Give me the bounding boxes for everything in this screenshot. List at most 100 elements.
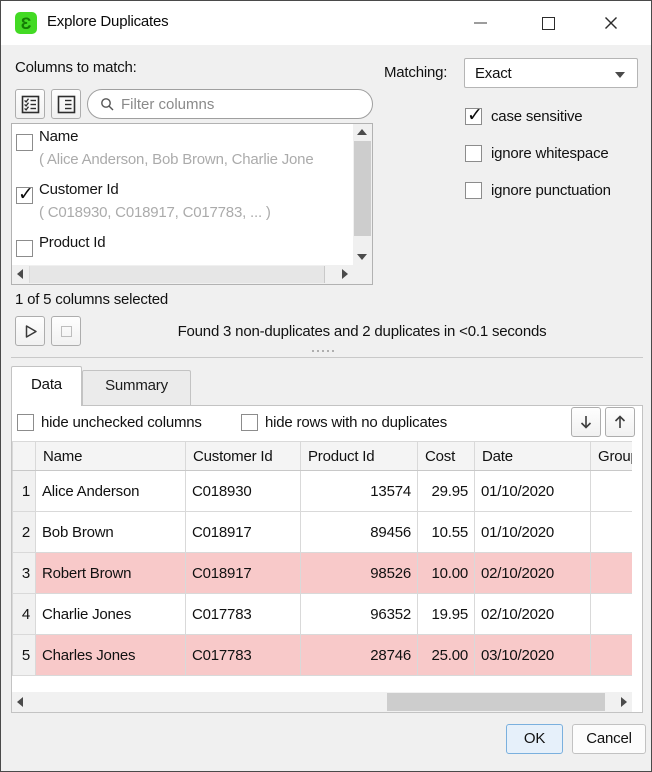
matching-dropdown[interactable]: Exact: [464, 58, 638, 88]
row-number: 5: [13, 635, 36, 676]
row-number: 3: [13, 553, 36, 594]
hide-rows-no-duplicates-label[interactable]: hide rows with no duplicates: [265, 414, 447, 431]
cell-date: 01/10/2020: [475, 512, 591, 553]
header-cost[interactable]: Cost: [418, 442, 475, 471]
tab-summary[interactable]: Summary: [82, 370, 191, 405]
cell-customer-id: C018930: [186, 471, 301, 512]
columns-list-vertical-scrollbar[interactable]: [353, 124, 372, 265]
table-header-row: Name Customer Id Product Id Cost Date Gr…: [13, 442, 633, 471]
results-table: Name Customer Id Product Id Cost Date Gr…: [12, 441, 632, 676]
maximize-button[interactable]: [526, 1, 570, 45]
check-all-icon: [21, 95, 40, 114]
window-title: Explore Duplicates: [47, 13, 168, 30]
product-id-checkbox[interactable]: [16, 240, 33, 257]
table-row[interactable]: 1 Alice Anderson C018930 13574 29.95 01/…: [13, 471, 633, 512]
splitter-handle[interactable]: [312, 350, 334, 352]
check-all-columns-button[interactable]: [15, 89, 45, 119]
cell-customer-id: C017783: [186, 594, 301, 635]
ignore-whitespace-checkbox[interactable]: [465, 145, 482, 162]
stop-icon: [61, 326, 72, 337]
table-row[interactable]: 3 Robert Brown C018917 98526 10.00 02/10…: [13, 553, 633, 594]
header-date[interactable]: Date: [475, 442, 591, 471]
cancel-button[interactable]: Cancel: [572, 724, 646, 754]
header-customer-id[interactable]: Customer Id: [186, 442, 301, 471]
list-item-name[interactable]: Name ( Alice Anderson, Bob Brown, Charli…: [12, 128, 353, 174]
scroll-right-icon[interactable]: [342, 269, 348, 279]
ignore-whitespace-label[interactable]: ignore whitespace: [491, 145, 609, 162]
minimize-button[interactable]: [458, 1, 502, 45]
cell-name: Charles Jones: [36, 635, 186, 676]
list-item-product-id[interactable]: Product Id: [12, 234, 353, 265]
ignore-punctuation-checkbox[interactable]: [465, 182, 482, 199]
uncheck-all-columns-button[interactable]: [51, 89, 81, 119]
next-duplicate-button[interactable]: [571, 407, 601, 437]
cell-name: Robert Brown: [36, 553, 186, 594]
table-row[interactable]: 5 Charles Jones C017783 28746 25.00 03/1…: [13, 635, 633, 676]
run-button[interactable]: [15, 316, 45, 346]
matching-value: Exact: [475, 65, 512, 82]
customer-id-checkbox[interactable]: [16, 187, 33, 204]
table-scroll-thumb[interactable]: [387, 693, 605, 711]
scroll-left-icon[interactable]: [17, 697, 23, 707]
hide-unchecked-columns-checkbox[interactable]: [17, 414, 34, 431]
close-button[interactable]: [589, 1, 633, 45]
status-text: Found 3 non-duplicates and 2 duplicates …: [91, 323, 633, 340]
matching-label: Matching:: [384, 64, 447, 81]
scroll-right-icon[interactable]: [621, 697, 627, 707]
filter-columns-field[interactable]: [87, 89, 373, 119]
section-divider: [11, 357, 643, 358]
header-product-id[interactable]: Product Id: [301, 442, 418, 471]
name-checkbox[interactable]: [16, 134, 33, 151]
cell-cost: 10.55: [418, 512, 475, 553]
column-name: Product Id: [39, 234, 105, 251]
cell-cost: 19.95: [418, 594, 475, 635]
header-group[interactable]: Group: [591, 442, 633, 471]
scroll-up-icon[interactable]: [357, 129, 367, 135]
header-name[interactable]: Name: [36, 442, 186, 471]
columns-to-match-label: Columns to match:: [15, 59, 137, 76]
row-number: 1: [13, 471, 36, 512]
hide-unchecked-columns-label[interactable]: hide unchecked columns: [41, 414, 202, 431]
columns-list-horizontal-scrollbar[interactable]: [12, 265, 353, 284]
cell-name: Charlie Jones: [36, 594, 186, 635]
columns-list-viewport: Name ( Alice Anderson, Bob Brown, Charli…: [12, 124, 353, 265]
titlebar: Ɛ Explore Duplicates: [1, 1, 651, 45]
minimize-icon: [474, 22, 487, 24]
cell-group: [591, 594, 633, 635]
cell-cost: 25.00: [418, 635, 475, 676]
cell-group: [591, 512, 633, 553]
table-horizontal-scrollbar[interactable]: [12, 692, 632, 712]
cell-product-id: 28746: [301, 635, 418, 676]
maximize-icon: [542, 17, 555, 30]
cell-customer-id: C017783: [186, 635, 301, 676]
scrollbar-corner: [353, 265, 372, 284]
previous-duplicate-button[interactable]: [605, 407, 635, 437]
cell-date: 03/10/2020: [475, 635, 591, 676]
case-sensitive-checkbox[interactable]: [465, 108, 482, 125]
cell-cost: 29.95: [418, 471, 475, 512]
close-icon: [603, 15, 619, 31]
app-logo-icon: Ɛ: [15, 12, 37, 34]
tab-data[interactable]: Data: [11, 366, 82, 406]
scroll-left-icon[interactable]: [17, 269, 23, 279]
explore-duplicates-dialog: Ɛ Explore Duplicates Columns to match:: [0, 0, 652, 772]
case-sensitive-label[interactable]: case sensitive: [491, 108, 582, 125]
cell-product-id: 96352: [301, 594, 418, 635]
vertical-scroll-thumb[interactable]: [354, 141, 371, 236]
search-icon: [100, 97, 115, 112]
list-item-customer-id[interactable]: Customer Id ( C018930, C018917, C017783,…: [12, 181, 353, 227]
results-table-container: Name Customer Id Product Id Cost Date Gr…: [12, 441, 632, 692]
horizontal-scroll-thumb[interactable]: [29, 266, 325, 283]
scroll-down-icon[interactable]: [357, 254, 367, 260]
cell-product-id: 98526: [301, 553, 418, 594]
row-number: 2: [13, 512, 36, 553]
ignore-punctuation-label[interactable]: ignore punctuation: [491, 182, 611, 199]
stop-button[interactable]: [51, 316, 81, 346]
hide-rows-no-duplicates-checkbox[interactable]: [241, 414, 258, 431]
table-row[interactable]: 2 Bob Brown C018917 89456 10.55 01/10/20…: [13, 512, 633, 553]
filter-columns-input[interactable]: [121, 96, 351, 113]
cell-group: [591, 635, 633, 676]
column-values-preview: ( Alice Anderson, Bob Brown, Charlie Jon…: [39, 151, 313, 168]
ok-button[interactable]: OK: [506, 724, 563, 754]
table-row[interactable]: 4 Charlie Jones C017783 96352 19.95 02/1…: [13, 594, 633, 635]
